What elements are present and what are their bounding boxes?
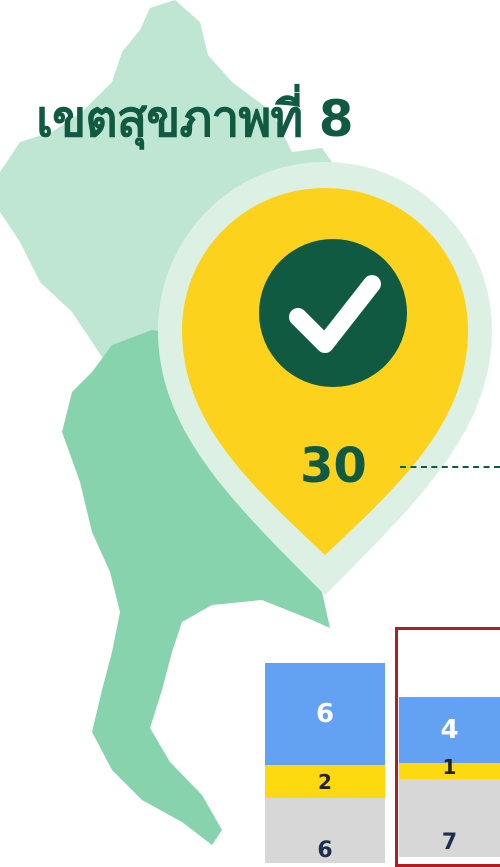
- highlight-frame: [395, 627, 500, 867]
- bar-1-bottom-segment: 6: [265, 798, 385, 863]
- bar-column-1: 6 2 6: [265, 663, 385, 863]
- pin-count: 30: [300, 438, 367, 494]
- bar-1-top-segment: 6: [265, 663, 385, 765]
- bar-1-middle-segment: 2: [265, 765, 385, 798]
- check-badge: [259, 239, 407, 387]
- connector-line: [400, 466, 500, 468]
